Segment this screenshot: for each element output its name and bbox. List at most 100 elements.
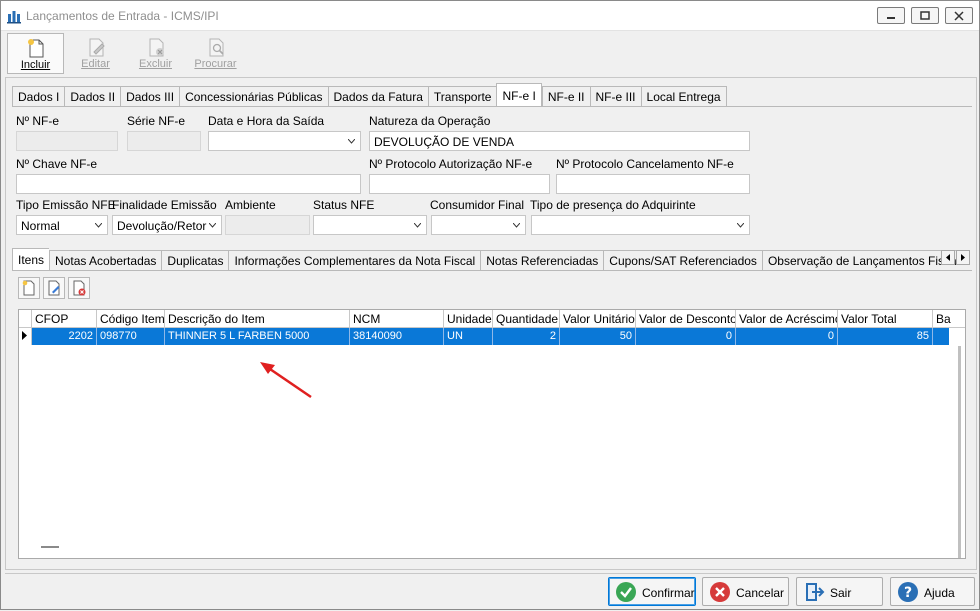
chave-label: Nº Chave NF-e	[16, 157, 98, 171]
tab-scroll-left-button[interactable]	[941, 250, 955, 265]
cell-acrescimo[interactable]: 0	[736, 328, 838, 345]
itens-tab-page: CFOP Código Item Descrição do Item NCM U…	[12, 270, 972, 564]
search-icon	[209, 38, 224, 57]
protocolo-canc-field[interactable]	[556, 174, 750, 194]
tab-dados-fatura[interactable]: Dados da Fatura	[327, 86, 428, 106]
cell-total[interactable]: 85	[838, 328, 933, 345]
col-valor-total[interactable]: Valor Total	[838, 310, 933, 328]
cancelar-button[interactable]: Cancelar	[702, 577, 789, 606]
maximize-button[interactable]	[911, 7, 939, 24]
col-codigo-item[interactable]: Código Item	[97, 310, 165, 328]
tab-dados-ii[interactable]: Dados II	[64, 86, 121, 106]
tab-observacao[interactable]: Observação de Lançamentos Fiscais (C	[761, 250, 957, 270]
close-icon	[954, 11, 964, 21]
tab-dados-iii[interactable]: Dados III	[120, 86, 180, 106]
top-tabs: Dados I Dados II Dados III Concessionári…	[12, 83, 727, 106]
serie-label: Série NF-e	[127, 114, 186, 128]
excluir-button[interactable]: Excluir	[127, 33, 184, 74]
tab-scroll-arrows	[941, 250, 971, 268]
serie-field[interactable]	[127, 131, 201, 151]
tab-cupons-sat[interactable]: Cupons/SAT Referenciados	[603, 250, 762, 270]
confirmar-button[interactable]: Confirmar	[608, 577, 696, 606]
table-row[interactable]: 2202 098770 THINNER 5 L FARBEN 5000 3814…	[19, 328, 965, 345]
ambiente-field[interactable]	[225, 215, 310, 235]
cell-quantidade[interactable]: 2	[493, 328, 560, 345]
tipo-emissao-label: Tipo Emissão NFE	[16, 198, 116, 212]
grid-horizontal-scroll-thumb[interactable]	[41, 546, 59, 548]
tab-duplicatas[interactable]: Duplicatas	[161, 250, 229, 270]
items-grid[interactable]: CFOP Código Item Descrição do Item NCM U…	[18, 309, 966, 559]
cell-unidade[interactable]: UN	[444, 328, 493, 345]
delete-item-button[interactable]	[68, 277, 90, 299]
editar-button[interactable]: Editar	[67, 33, 124, 74]
finalidade-select[interactable]: Devolução/Retor	[112, 215, 222, 235]
tab-itens[interactable]: Itens	[12, 248, 50, 270]
tab-dados-i[interactable]: Dados I	[12, 86, 65, 106]
col-ba[interactable]: Ba	[933, 310, 965, 328]
nfe-number-field[interactable]	[16, 131, 118, 151]
protocolo-aut-label: Nº Protocolo Autorização NF-e	[369, 157, 533, 171]
finalidade-label: Finalidade Emissão	[112, 198, 217, 212]
incluir-button[interactable]: Incluir	[7, 33, 64, 74]
app-icon	[7, 11, 21, 24]
tab-notas-referenciadas[interactable]: Notas Referenciadas	[480, 250, 604, 270]
data-saida-picker[interactable]	[208, 131, 361, 151]
finalidade-value: Devolução/Retor	[117, 219, 207, 233]
ajuda-button[interactable]: ? Ajuda	[890, 577, 975, 606]
grid-vertical-scrollbar[interactable]	[955, 346, 965, 558]
close-button[interactable]	[945, 7, 973, 24]
tab-transporte[interactable]: Transporte	[427, 86, 497, 106]
exit-door-icon	[806, 583, 825, 601]
cell-codigo[interactable]: 098770	[97, 328, 165, 345]
protocolo-aut-field[interactable]	[369, 174, 550, 194]
col-cfop[interactable]: CFOP	[32, 310, 97, 328]
cell-ncm[interactable]: 38140090	[350, 328, 444, 345]
col-ncm[interactable]: NCM	[350, 310, 444, 328]
col-valor-unitario[interactable]: Valor Unitário	[560, 310, 636, 328]
tab-concessionarias[interactable]: Concessionárias Públicas	[179, 86, 328, 106]
status-select[interactable]	[313, 215, 427, 235]
presenca-select[interactable]	[531, 215, 750, 235]
tab-local-entrega[interactable]: Local Entrega	[640, 86, 727, 106]
tab-nfe-i[interactable]: NF-e I	[496, 83, 542, 106]
minimize-icon	[887, 17, 895, 19]
grid-scroll-thumb[interactable]	[958, 346, 961, 558]
window-title: Lançamentos de Entrada - ICMS/IPI	[26, 9, 219, 23]
chave-field[interactable]	[16, 174, 361, 194]
chevron-down-icon	[513, 223, 520, 228]
protocolo-canc-label: Nº Protocolo Cancelamento NF-e	[556, 157, 734, 171]
consumidor-select[interactable]	[431, 215, 526, 235]
sair-button[interactable]: Sair	[796, 577, 883, 606]
tab-scroll-right-button[interactable]	[956, 250, 970, 265]
cell-desconto[interactable]: 0	[636, 328, 736, 345]
cell-descricao[interactable]: THINNER 5 L FARBEN 5000	[165, 328, 350, 345]
procurar-button[interactable]: Procurar	[187, 33, 244, 74]
delete-icon	[149, 38, 164, 57]
procurar-label: Procurar	[194, 58, 237, 70]
edit-item-icon	[48, 280, 60, 296]
main-panel: Dados I Dados II Dados III Concessionári…	[5, 77, 977, 570]
tab-notas-acobertadas[interactable]: Notas Acobertadas	[49, 250, 162, 270]
tipo-emissao-select[interactable]: Normal	[16, 215, 108, 235]
col-unidade[interactable]: Unidade	[444, 310, 493, 328]
col-valor-desconto[interactable]: Valor de Desconto	[636, 310, 736, 328]
tab-nfe-ii[interactable]: NF-e II	[541, 86, 590, 106]
natureza-field[interactable]: DEVOLUÇÃO DE VENDA	[369, 131, 750, 151]
col-quantidade[interactable]: Quantidade	[493, 310, 560, 328]
cell-ba[interactable]	[933, 328, 949, 345]
add-item-button[interactable]	[18, 277, 40, 299]
cell-valor-unitario[interactable]: 50	[560, 328, 636, 345]
col-descricao[interactable]: Descrição do Item	[165, 310, 350, 328]
title-bar: Lançamentos de Entrada - ICMS/IPI	[1, 1, 979, 31]
cancel-circle-icon	[710, 582, 730, 602]
cell-cfop[interactable]: 2202	[32, 328, 97, 345]
tab-info-complementares[interactable]: Informações Complementares da Nota Fisca…	[228, 250, 481, 270]
tab-nfe-iii[interactable]: NF-e III	[589, 86, 641, 106]
consumidor-label: Consumidor Final	[430, 198, 525, 212]
edit-item-button[interactable]	[43, 277, 65, 299]
minimize-button[interactable]	[877, 7, 905, 24]
restore-icon	[920, 11, 930, 20]
col-valor-acrescimo[interactable]: Valor de Acréscimo	[736, 310, 838, 328]
delete-item-icon	[73, 280, 86, 296]
grid-header-indicator	[19, 310, 32, 328]
